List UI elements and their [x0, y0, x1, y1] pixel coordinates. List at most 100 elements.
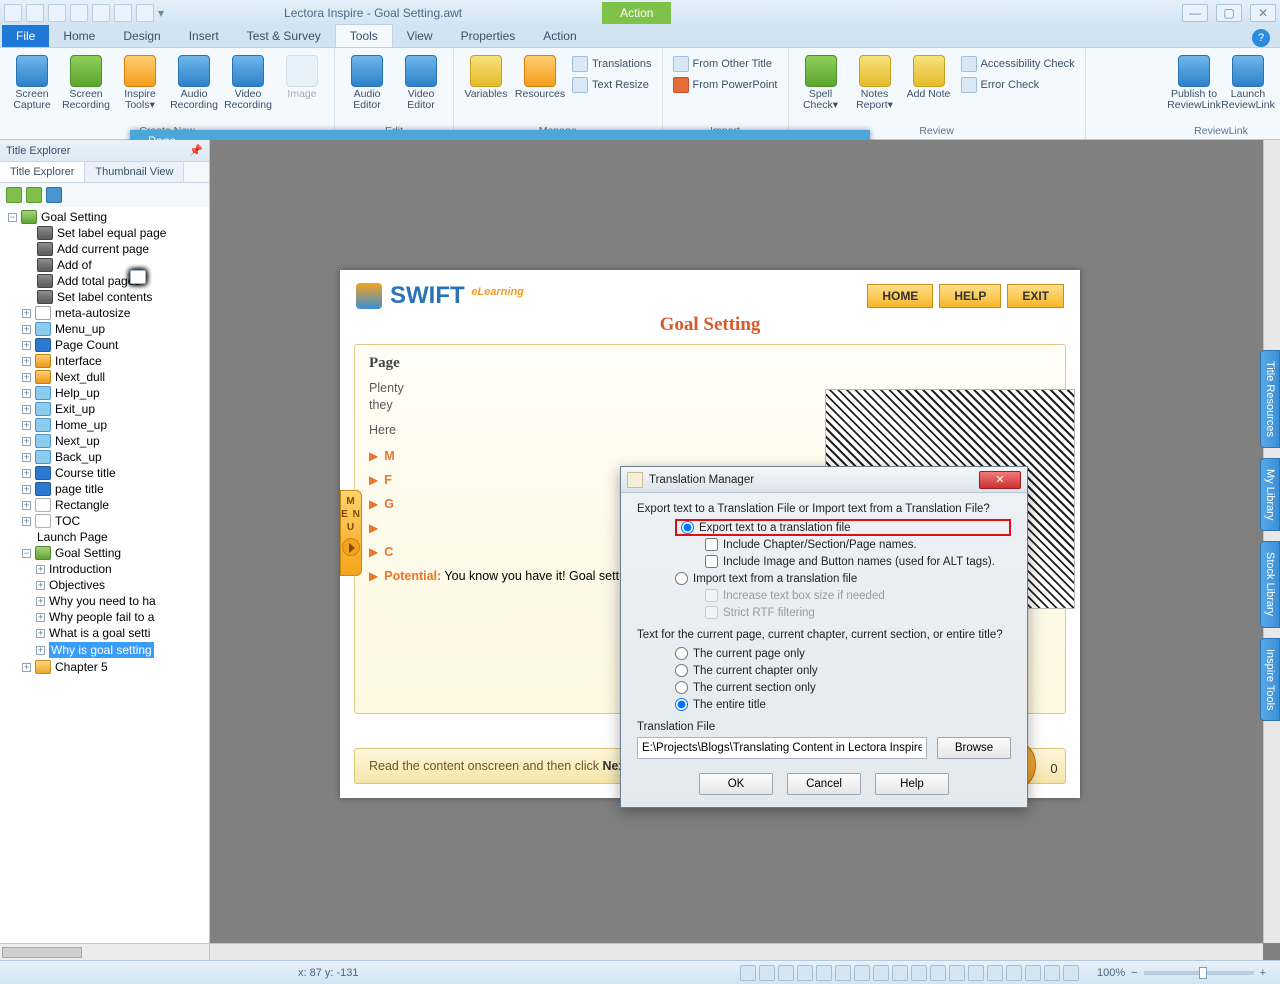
qat-redo-icon[interactable] [70, 4, 88, 22]
tree-node[interactable]: +Back_up [4, 449, 207, 465]
audio-recording-button[interactable]: Audio Recording [168, 52, 220, 123]
tray-icon[interactable] [1063, 965, 1079, 981]
tab-view[interactable]: View [393, 25, 447, 47]
qat-undo-icon[interactable] [48, 4, 66, 22]
sidetab-title-resources[interactable]: Title Resources [1260, 350, 1280, 448]
filter-icon[interactable] [46, 187, 62, 203]
close-button[interactable]: ✕ [1250, 4, 1276, 22]
cancel-button[interactable]: Cancel [787, 773, 861, 795]
tree-node[interactable]: +Why people fail to a [4, 609, 207, 625]
dialog-titlebar[interactable]: Translation Manager ✕ [621, 467, 1027, 493]
tree-node[interactable]: Add total pages [4, 273, 207, 289]
tray-icon[interactable] [1006, 965, 1022, 981]
app-icon[interactable] [4, 4, 22, 22]
tab-properties[interactable]: Properties [447, 25, 530, 47]
tree-node[interactable]: +TOC [4, 513, 207, 529]
tray-icon[interactable] [949, 965, 965, 981]
tab-title-explorer[interactable]: Title Explorer [0, 162, 85, 182]
tree-node[interactable]: +Course title [4, 465, 207, 481]
zoom-in-icon[interactable]: + [1260, 967, 1266, 979]
tab-home[interactable]: Home [49, 25, 109, 47]
launch-reviewlink-button[interactable]: Launch ReviewLink [1222, 52, 1274, 123]
qat-save-icon[interactable] [26, 4, 44, 22]
tab-action[interactable]: Action [529, 25, 590, 47]
radio-export[interactable]: Export text to a translation file [675, 519, 1011, 536]
tree-node[interactable]: +Chapter 5 [4, 659, 207, 675]
from-other-title-button[interactable]: From Other Title [669, 54, 782, 74]
spell-check-button[interactable]: Spell Check▾ [795, 52, 847, 123]
slide-help-button[interactable]: HELP [939, 284, 1001, 308]
tray-icon[interactable] [892, 965, 908, 981]
ok-button[interactable]: OK [699, 773, 773, 795]
tray-icon[interactable] [1025, 965, 1041, 981]
tree-node[interactable]: +Exit_up [4, 401, 207, 417]
tree-node[interactable]: +Why you need to ha [4, 593, 207, 609]
check-include-image[interactable]: Include Image and Button names (used for… [705, 553, 1011, 570]
explorer-tree[interactable]: −Goal SettingSet label equal pageAdd cur… [0, 207, 209, 943]
tree-node[interactable]: +Objectives [4, 577, 207, 593]
collapse-all-icon[interactable] [26, 187, 42, 203]
tree-node[interactable]: +Menu_up [4, 321, 207, 337]
tray-icon[interactable] [778, 965, 794, 981]
tray-icon[interactable] [797, 965, 813, 981]
canvas-hscrollbar[interactable] [210, 943, 1263, 960]
tab-design[interactable]: Design [109, 25, 174, 47]
tree-node[interactable]: Launch Page [4, 529, 207, 545]
sidetab-inspire-tools[interactable]: Inspire Tools [1260, 638, 1280, 722]
qat-copy-icon[interactable] [114, 4, 132, 22]
tray-icon[interactable] [816, 965, 832, 981]
screen-capture-button[interactable]: Screen Capture [6, 52, 58, 123]
tray-icon[interactable] [873, 965, 889, 981]
text-resize-button[interactable]: Text Resize [568, 75, 656, 95]
from-powerpoint-button[interactable]: From PowerPoint [669, 75, 782, 95]
resources-button[interactable]: Resources [514, 52, 566, 123]
radio-import[interactable]: Import text from a translation file [675, 570, 1011, 587]
tree-node[interactable]: +What is a goal setti [4, 625, 207, 641]
tree-node[interactable]: Add current page [4, 241, 207, 257]
tree-node[interactable]: Set label contents [4, 289, 207, 305]
explorer-hscrollbar[interactable] [0, 943, 209, 960]
tab-insert[interactable]: Insert [175, 25, 233, 47]
tab-test-survey[interactable]: Test & Survey [233, 25, 335, 47]
slide-exit-button[interactable]: EXIT [1007, 284, 1064, 308]
screen-recording-button[interactable]: Screen Recording [60, 52, 112, 123]
radio-entire-title[interactable]: The entire title [675, 696, 1011, 713]
radio-current-page[interactable]: The current page only [675, 645, 1011, 662]
tree-node[interactable]: +page title [4, 481, 207, 497]
zoom-control[interactable]: 100% − + [1097, 967, 1272, 979]
tree-node[interactable]: +Rectangle [4, 497, 207, 513]
tree-node[interactable]: +Why is goal setting [4, 641, 207, 659]
sidetab-my-library[interactable]: My Library [1260, 458, 1280, 531]
tray-icon[interactable] [759, 965, 775, 981]
expand-all-icon[interactable] [6, 187, 22, 203]
inspire-tools-button[interactable]: Inspire Tools▾ [114, 52, 166, 123]
tree-node[interactable]: +Introduction [4, 561, 207, 577]
tray-icon[interactable] [835, 965, 851, 981]
pin-icon[interactable]: 📌 [189, 144, 203, 157]
qat-cut-icon[interactable] [92, 4, 110, 22]
zoom-slider[interactable] [1144, 971, 1254, 975]
tree-node[interactable]: +meta-autosize [4, 305, 207, 321]
error-check-button[interactable]: Error Check [957, 75, 1079, 95]
tree-node[interactable]: +Page Count [4, 337, 207, 353]
translation-file-path[interactable] [637, 737, 927, 759]
dialog-help-button[interactable]: Help [875, 773, 949, 795]
tray-icon[interactable] [911, 965, 927, 981]
accessibility-check-button[interactable]: Accessibility Check [957, 54, 1079, 74]
dialog-close-button[interactable]: ✕ [979, 471, 1021, 489]
qat-dropdown-icon[interactable]: ▾ [158, 6, 164, 20]
browse-button[interactable]: Browse [937, 737, 1011, 759]
context-tab-action[interactable]: Action [602, 2, 671, 24]
tree-node[interactable]: −Goal Setting [4, 545, 207, 561]
tray-icon[interactable] [854, 965, 870, 981]
tree-node[interactable]: +Interface [4, 353, 207, 369]
tray-icon[interactable] [930, 965, 946, 981]
qat-paste-icon[interactable] [136, 4, 154, 22]
tray-icon[interactable] [740, 965, 756, 981]
radio-current-section[interactable]: The current section only [675, 679, 1011, 696]
tree-node[interactable]: +Next_dull [4, 369, 207, 385]
tree-node[interactable]: Add of [4, 257, 207, 273]
variables-button[interactable]: Variables [460, 52, 512, 123]
slide-home-button[interactable]: HOME [867, 284, 933, 308]
tree-node[interactable]: +Help_up [4, 385, 207, 401]
